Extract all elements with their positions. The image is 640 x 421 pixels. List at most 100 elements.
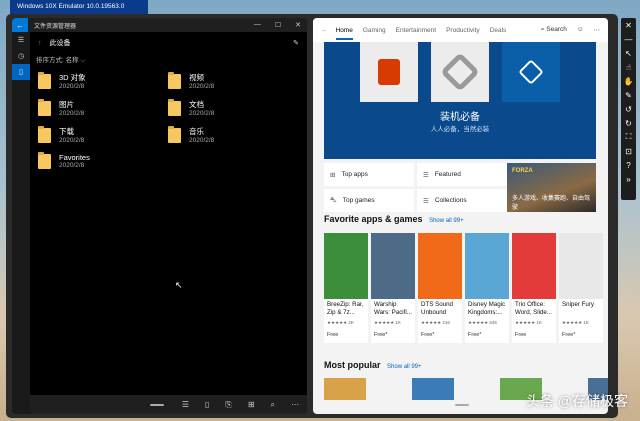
select-list-icon[interactable]: ☰ [182,400,189,409]
search-icon: ⌕ [540,26,545,33]
tab-productivity[interactable]: Productivity [446,27,480,34]
folder-item[interactable]: 音乐 2020/2/8 [168,125,288,144]
pointer-icon[interactable]: ↖ [621,46,636,60]
hero-banner[interactable]: 装机必备 人人必备，当然必装 [324,42,596,159]
collections-link[interactable]: ☰ Collections [417,189,507,212]
sort-dropdown[interactable]: 排序方式: 名称 ⌵ [30,54,307,66]
view-grid-icon[interactable]: ⊞ [248,400,255,409]
app-card[interactable]: BreeZip: Rar, Zip & 7z... ★★★★★ 2K Free [324,233,368,343]
top-apps-link[interactable]: ⊞ Top apps [324,163,414,186]
minimize-icon[interactable]: — [254,21,261,29]
search-button[interactable]: ⌕ Search [541,26,567,34]
watermark: 头条 @存储极客 [525,393,628,409]
folder-icon [168,98,181,116]
folder-icon [168,125,181,143]
search-icon[interactable]: ⌕ [271,400,275,410]
folder-icon [38,98,51,116]
left-pane-handle[interactable] [150,404,164,406]
aperture-logo-icon [518,59,544,85]
app-card[interactable]: Sniper Fury ★★★★★ 1K Free* [559,233,603,343]
popular-thumbnail[interactable] [324,378,366,400]
pen-icon[interactable]: ✎ [621,88,636,102]
edit-pen-icon[interactable]: ✎ [293,39,299,47]
folder-icon [38,151,51,169]
minimize-icon[interactable]: — [621,32,636,46]
more-options-icon[interactable]: ⋯ [291,400,299,409]
right-pane-handle[interactable] [455,404,469,406]
folder-icon [38,125,51,143]
folder-item[interactable]: 图片 2020/2/8 [38,98,158,117]
recent-clock-icon[interactable]: ◷ [12,48,30,64]
current-location: 此设备 [49,40,71,47]
folder-icon [168,71,181,89]
app-thumbnail [465,233,509,299]
more-tools-icon[interactable]: » [621,172,636,186]
favorites-list: BreeZip: Rar, Zip & 7z... ★★★★★ 2K Free Wa… [324,233,603,343]
tab-home[interactable]: Home [335,27,354,40]
explorer-command-bar: ☰ ▯ ⎘ ⊞ ⌕ ⋯ [30,395,307,414]
fit-screen-icon[interactable]: ⛶ [621,130,636,144]
quick-links: ⊞ Top apps ☰ Featured ⛍ Top games ☰ Collecti… [324,163,507,212]
app-thumbnail [371,233,415,299]
list-icon: ☰ [423,197,429,205]
app-thumbnail [418,233,462,299]
aperture-app-tile[interactable] [502,42,560,102]
rotate-left-icon[interactable]: ↺ [621,102,636,116]
folder-item[interactable]: Favorites 2020/2/8 [38,151,158,169]
office-app-tile[interactable] [360,42,418,102]
folder-item[interactable]: 文档 2020/2/8 [168,98,288,117]
forza-promo-banner[interactable]: FORZA 多人游戏、收集赛跑、自由驾驶 [507,163,596,212]
favorites-show-all-link[interactable]: Show all 99+ [429,218,464,224]
account-icon[interactable]: ☺ [577,26,584,34]
app-card[interactable]: DTS Sound Unbound ★★★★★ 216 Free* [418,233,462,343]
tab-entertainment[interactable]: Entertainment [396,27,436,34]
new-file-icon[interactable]: ▯ [205,400,209,409]
featured-link[interactable]: ☰ Featured [417,163,507,186]
rotate-right-icon[interactable]: ↻ [621,116,636,130]
folder-icon [38,71,51,89]
close-icon[interactable]: ✕ [621,18,636,32]
emulator-title-bar: Windows 10X Emulator 10.0.19563.0 (Previ… [10,0,148,24]
hexagon-logo-icon [440,52,480,92]
store-window: ← Home Gaming Entertainment Productivity… [313,18,608,414]
more-options-icon[interactable]: ⋯ [594,26,601,34]
hamburger-menu-icon[interactable]: ☰ [12,32,30,48]
promo-text: 多人游戏、收集赛跑、自由驾驶 [512,196,591,211]
most-popular-heading: Most popular Show all 99+ [324,360,422,370]
app-card[interactable]: Warship Wars: Pacifi... ★★★★★ 1K Free* [371,233,415,343]
store-nav-bar: ← Home Gaming Entertainment Productivity… [313,18,608,42]
zoom-icon[interactable]: ⊡ [621,144,636,158]
back-arrow-icon[interactable]: ← [321,27,328,34]
popular-thumbnail[interactable] [412,378,454,400]
address-bar: ↑ 此设备 ✎ [30,32,307,54]
this-device-icon[interactable]: ▯ [12,64,30,80]
folder-item[interactable]: 视频 2020/2/8 [168,71,288,90]
app-card[interactable]: Disney Magic Kingdoms:... ★★★★★ 645 Free* [465,233,509,343]
folder-item[interactable]: 3D 对象 2020/2/8 [38,71,158,90]
grid-icon: ⊞ [330,171,336,179]
tab-gaming[interactable]: Gaming [363,27,386,34]
multitouch-icon[interactable]: ✋ [621,74,636,88]
folder-item[interactable]: 下载 2020/2/8 [38,125,158,144]
mouse-cursor-icon: ↖ [175,280,183,290]
nav-rail: ☰ ◷ ▯ [12,32,30,414]
maximize-icon[interactable]: ☐ [275,21,281,29]
back-arrow-icon[interactable]: ← [12,18,28,32]
clipboard-icon[interactable]: ⎘ [225,400,231,410]
top-games-link[interactable]: ⛍ Top games [324,189,414,212]
window-controls: — ☐ ✕ [254,21,307,29]
popular-show-all-link[interactable]: Show all 99+ [387,364,422,370]
hero-subtitle: 人人必备，当然必装 [430,126,490,133]
hexagon-app-tile[interactable] [431,42,489,102]
close-icon[interactable]: ✕ [295,21,301,29]
help-icon[interactable]: ? [621,158,636,172]
favorites-heading: Favorite apps & games Show all 99+ [324,214,464,224]
explorer-title-bar: ← 文件资源管理器 — ☐ ✕ [12,18,307,32]
tab-deals[interactable]: Deals [490,27,507,34]
app-thumbnail [559,233,603,299]
app-card[interactable]: Trio Office: Word, Slide... ★★★★★ 1K Free [512,233,556,343]
app-thumbnail [324,233,368,299]
up-arrow-icon[interactable]: ↑ [38,40,42,47]
hand-icon[interactable]: ☝ [621,60,636,74]
forza-brand: FORZA [512,168,533,174]
